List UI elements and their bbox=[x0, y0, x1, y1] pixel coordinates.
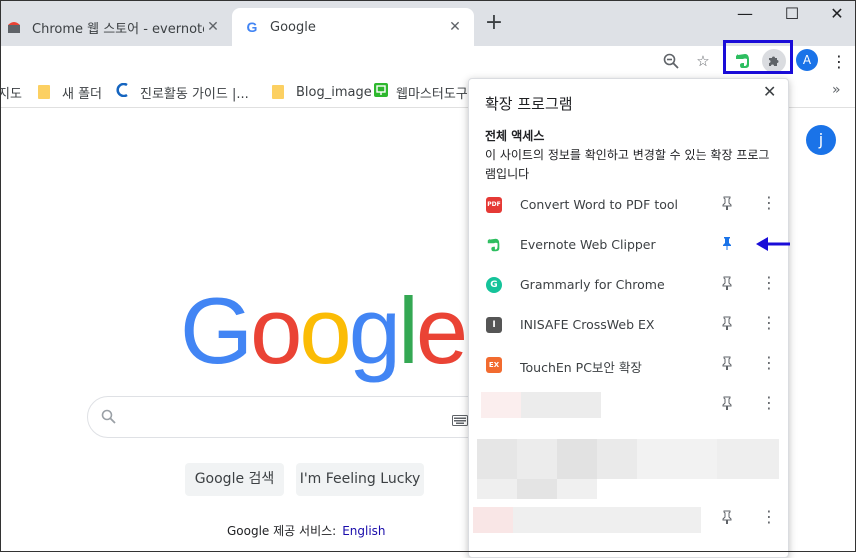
extension-row[interactable]: G Grammarly for Chrome ⋮ bbox=[469, 265, 788, 305]
close-window-button[interactable]: ✕ bbox=[822, 4, 852, 26]
bookmark-item[interactable]: 웹마스터도구 bbox=[374, 83, 468, 102]
menu-kebab-icon[interactable]: ⋮ bbox=[828, 50, 850, 72]
bookmark-label: 진로활동 가이드 |... bbox=[140, 86, 249, 102]
logo-letter: g bbox=[348, 278, 401, 383]
extension-name: TouchEn PC보안 확장 bbox=[520, 360, 642, 375]
tab-title: Chrome 웹 스토어 - evernote bbox=[32, 21, 204, 37]
google-g-icon: G bbox=[246, 19, 258, 35]
grammarly-icon: G bbox=[486, 277, 502, 293]
bookmark-item[interactable]: 진로활동 가이드 |... bbox=[116, 82, 249, 102]
web-store-icon bbox=[6, 19, 22, 35]
logo-letter: o bbox=[299, 278, 351, 383]
minimize-button[interactable]: — bbox=[730, 4, 760, 26]
bookmark-item[interactable]: Blog_image bbox=[272, 83, 372, 101]
highlight-box bbox=[723, 40, 793, 74]
address-bar[interactable] bbox=[0, 46, 652, 74]
bookmarks-overflow-icon[interactable]: » bbox=[832, 82, 841, 98]
pdf-tool-icon: PDF bbox=[486, 197, 502, 213]
pin-active-icon[interactable] bbox=[721, 236, 733, 253]
pin-icon[interactable] bbox=[721, 196, 733, 213]
evernote-icon bbox=[486, 237, 502, 253]
profile-avatar[interactable]: A bbox=[796, 49, 818, 71]
blurred-name bbox=[513, 507, 701, 533]
bookmark-label: 웹마스터도구 bbox=[396, 86, 468, 102]
extension-name: Grammarly for Chrome bbox=[520, 277, 665, 292]
close-icon[interactable]: ✕ bbox=[763, 82, 776, 101]
extension-row[interactable]: EX TouchEn PC보안 확장 ⋮ bbox=[469, 345, 788, 385]
logo-letter: e bbox=[415, 278, 468, 383]
search-icon bbox=[101, 409, 116, 428]
google-search-button[interactable]: Google 검색 bbox=[185, 463, 284, 496]
bookmark-star-icon[interactable]: ☆ bbox=[692, 50, 714, 72]
site-icon bbox=[116, 82, 130, 101]
keyboard-icon[interactable] bbox=[452, 411, 468, 430]
footer-text: Google 제공 서비스: bbox=[227, 524, 337, 538]
pin-icon[interactable] bbox=[721, 510, 733, 527]
extension-row[interactable]: PDF Convert Word to PDF tool ⋮ bbox=[469, 185, 788, 225]
bookmark-item[interactable]: 새 폴더 bbox=[38, 83, 103, 102]
zoom-out-icon[interactable] bbox=[660, 50, 682, 72]
section-description: 이 사이트의 정보를 확인하고 변경할 수 있는 확장 프로그램입니다 bbox=[485, 148, 770, 181]
pin-icon[interactable] bbox=[721, 316, 733, 333]
blurred-icon bbox=[481, 392, 521, 418]
touchen-icon: EX bbox=[486, 357, 502, 373]
bookmark-label: 새 폴더 bbox=[62, 86, 103, 102]
extension-name: Evernote Web Clipper bbox=[520, 237, 656, 252]
extensions-popup: 확장 프로그램 ✕ 전체 액세스 이 사이트의 정보를 확인하고 변경할 수 있… bbox=[468, 78, 789, 558]
site-icon bbox=[374, 83, 388, 101]
pin-icon[interactable] bbox=[721, 396, 733, 413]
account-avatar[interactable]: j bbox=[806, 125, 836, 155]
more-options-icon[interactable]: ⋮ bbox=[761, 193, 777, 212]
popup-title: 확장 프로그램 bbox=[485, 95, 573, 113]
folder-icon bbox=[272, 85, 284, 99]
close-tab-icon[interactable]: ✕ bbox=[204, 19, 222, 35]
more-options-icon[interactable]: ⋮ bbox=[761, 393, 777, 412]
language-footer: Google 제공 서비스: English bbox=[227, 522, 386, 539]
logo-letter: l bbox=[397, 278, 419, 383]
tab-title: Google bbox=[270, 19, 316, 35]
inisafe-icon: I bbox=[486, 317, 502, 333]
feeling-lucky-button[interactable]: I'm Feeling Lucky bbox=[296, 463, 424, 496]
english-link[interactable]: English bbox=[342, 524, 385, 538]
more-options-icon[interactable]: ⋮ bbox=[761, 507, 777, 526]
pin-icon[interactable] bbox=[721, 276, 733, 293]
pin-icon[interactable] bbox=[721, 356, 733, 373]
section-heading: 전체 액세스 bbox=[485, 129, 545, 143]
tab-chrome-web-store[interactable]: Chrome 웹 스토어 - evernote ✕ bbox=[0, 8, 232, 46]
close-tab-icon[interactable]: ✕ bbox=[446, 19, 464, 35]
extension-row[interactable]: Evernote Web Clipper bbox=[469, 225, 788, 265]
maximize-button[interactable]: ☐ bbox=[777, 4, 807, 26]
more-options-icon[interactable]: ⋮ bbox=[761, 313, 777, 332]
logo-letter: G bbox=[180, 278, 253, 383]
extension-row[interactable]: I INISAFE CrossWeb EX ⋮ bbox=[469, 305, 788, 345]
bookmark-item[interactable]: 지도 bbox=[0, 83, 22, 102]
blurred-icon bbox=[473, 507, 513, 533]
extension-name: Convert Word to PDF tool bbox=[520, 197, 679, 212]
blurred-block bbox=[477, 439, 779, 499]
google-logo: Google bbox=[180, 276, 468, 386]
folder-icon bbox=[38, 85, 50, 99]
extension-name: INISAFE CrossWeb EX bbox=[520, 317, 655, 332]
extension-row-blurred[interactable]: ⋮ bbox=[469, 499, 788, 539]
logo-letter: o bbox=[250, 278, 302, 383]
new-tab-button[interactable]: + bbox=[484, 12, 504, 36]
more-options-icon[interactable]: ⋮ bbox=[761, 353, 777, 372]
bookmark-label: 지도 bbox=[0, 86, 22, 102]
tab-google[interactable]: G Google ✕ bbox=[232, 8, 474, 46]
blurred-name bbox=[521, 392, 601, 418]
extension-row-blurred[interactable]: ⋮ bbox=[469, 385, 788, 425]
bookmark-label: Blog_image bbox=[296, 84, 372, 100]
more-options-icon[interactable]: ⋮ bbox=[761, 273, 777, 292]
annotation-arrow-icon bbox=[756, 236, 790, 251]
